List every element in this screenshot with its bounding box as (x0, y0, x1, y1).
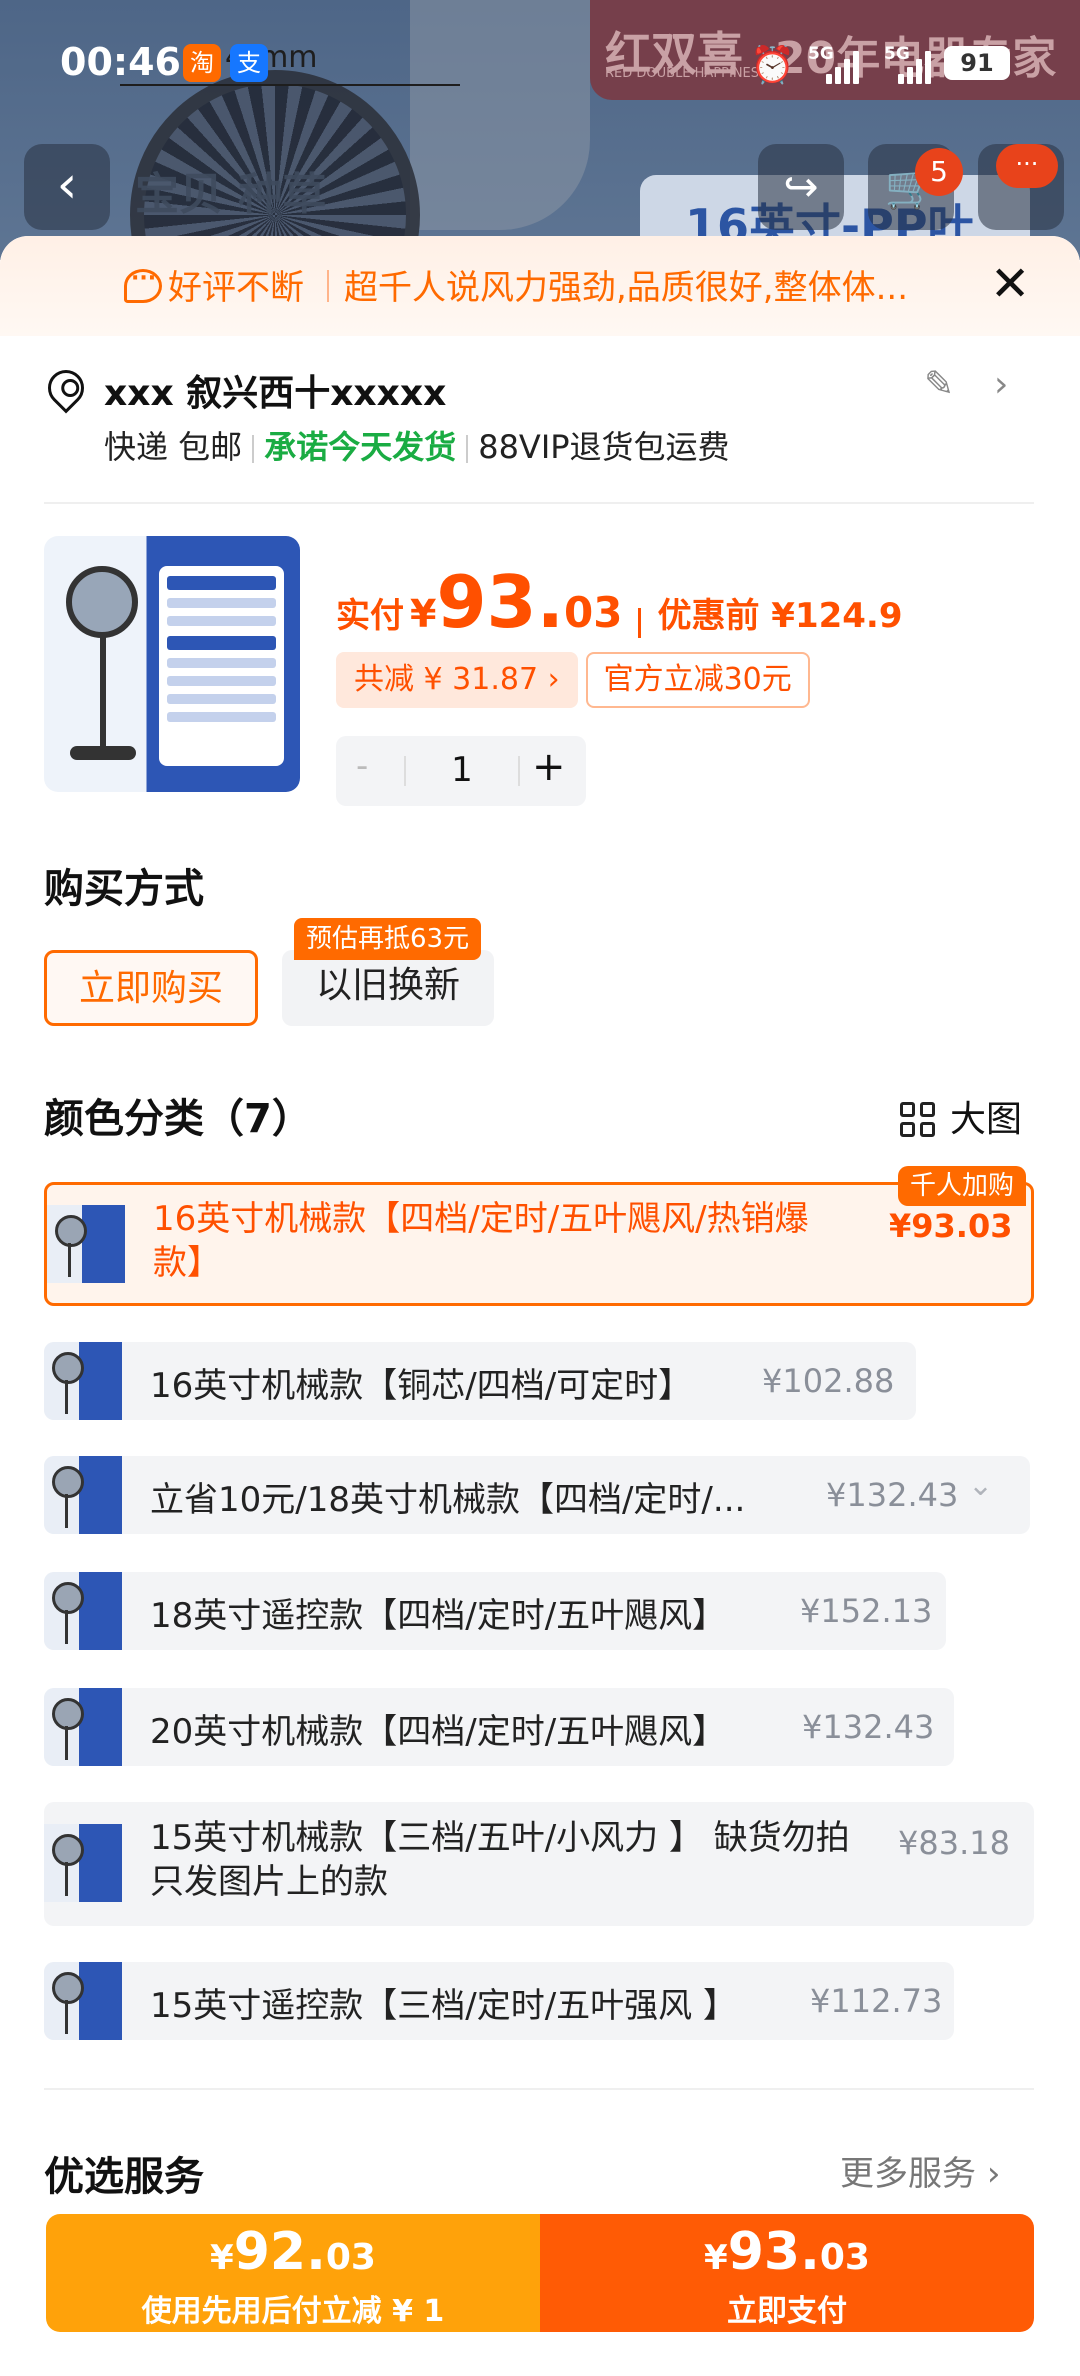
price-integer: 93. (436, 560, 564, 644)
decrease-button[interactable]: - (356, 746, 368, 786)
page-tabs[interactable]: 宝贝 种草 (135, 158, 326, 222)
price-line: 实付 ¥93.03 优惠前 ¥124.9 (336, 560, 903, 644)
pay-later-button[interactable]: ¥92.03 使用先用后付立减 ¥ 1 (46, 2214, 540, 2332)
color-option-7[interactable]: 15英寸遥控款【三档/定时/五叶强风 】 ¥112.73 (44, 1962, 954, 2040)
color-section-title: 颜色分类（7） (44, 1096, 312, 1142)
close-icon[interactable]: ✕ (990, 256, 1030, 312)
trade-in-badge: 预估再抵63元 (294, 918, 482, 960)
shipping-method: 快递 包邮 (104, 428, 243, 466)
chevron-down-icon[interactable]: ⌄ (968, 1468, 993, 1503)
return-policy: 88VIP退货包运费 (478, 428, 730, 466)
pay-later-label: 使用先用后付立减 ¥ 1 (141, 2294, 445, 2329)
large-view-toggle[interactable]: 大图 (900, 1090, 1022, 1142)
share-button[interactable]: ↪ (758, 144, 844, 230)
signal-icon-1 (826, 48, 866, 84)
chevron-right-icon: › (986, 2154, 1001, 2194)
product-summary: 实付 ¥93.03 优惠前 ¥124.9 共减 ¥ 31.87 › 官方立减30元 -… (44, 536, 1044, 806)
color-option-6[interactable]: 15英寸机械款【三档/五叶/小风力 】 缺货勿拍 只发图片上的款 ¥83.18 (44, 1802, 1034, 1926)
location-pin-icon (40, 362, 92, 414)
services-title: 优选服务 (44, 2154, 204, 2200)
shipping-promise: 承诺今天发货 (264, 428, 457, 466)
option-label: 16英寸机械款【铜芯/四档/可定时】 (150, 1366, 693, 1406)
option-label: 立省10元/18英寸机械款【四档/定时/... (150, 1480, 746, 1520)
popular-badge: 千人加购 (898, 1166, 1027, 1206)
quantity-value[interactable]: 1 (406, 750, 518, 790)
option-label: 20英寸机械款【四档/定时/五叶飓风】 (150, 1712, 727, 1752)
edit-icon[interactable]: ✎ (924, 364, 954, 405)
color-option-3[interactable]: 立省10元/18英寸机械款【四档/定时/... ¥132.43 ⌄ (44, 1456, 1030, 1534)
address-row[interactable]: xxx 叙兴西十xxxxx ✎ › 快递 包邮 承诺今天发货 88VIP退货包运费 (40, 362, 1034, 484)
divider (44, 502, 1034, 504)
product-thumbnail[interactable] (44, 536, 300, 792)
color-option-4[interactable]: 18英寸遥控款【四档/定时/五叶飓风】 ¥152.13 (44, 1572, 946, 1650)
more-services-link[interactable]: 更多服务 › (840, 2146, 1000, 2195)
price-decimal: 03 (564, 588, 623, 637)
buy-now-option[interactable]: 立即购买 (44, 950, 258, 1026)
cart-count-badge: 5 (915, 148, 963, 196)
quantity-stepper: - 1 + (336, 736, 586, 806)
color-option-5[interactable]: 20英寸机械款【四档/定时/五叶飓风】 ¥132.43 (44, 1688, 954, 1766)
status-time: 00:46 (60, 40, 181, 84)
option-label: 18英寸遥控款【四档/定时/五叶飓风】 (150, 1596, 727, 1636)
option-price: ¥152.13 (800, 1592, 933, 1630)
option-price: ¥102.88 (762, 1362, 895, 1400)
pay-now-label: 立即支付 (727, 2294, 847, 2329)
divider (327, 270, 329, 302)
review-summary: 超千人说风力强劲,品质很好,整体体... (344, 268, 909, 308)
address-name: xxx 叙兴西十xxxxx (104, 373, 447, 414)
increase-button[interactable]: + (532, 744, 566, 790)
review-banner: 好评不断 超千人说风力强劲,品质很好,整体体... ✕ (0, 236, 1080, 336)
trade-in-option[interactable]: 以旧换新 (282, 950, 494, 1026)
back-button[interactable]: ‹ (24, 144, 110, 230)
large-view-label: 大图 (950, 1099, 1023, 1140)
chevron-right-icon[interactable]: › (994, 364, 1008, 405)
color-option-2[interactable]: 16英寸机械款【铜芯/四档/可定时】 ¥102.88 (44, 1342, 916, 1420)
purchase-sheet: 好评不断 超千人说风力强劲,品质很好,整体体... ✕ xxx 叙兴西十xxxx… (0, 236, 1080, 2376)
option-price: ¥132.43 (802, 1708, 935, 1746)
total-discount-chip[interactable]: 共减 ¥ 31.87 › (336, 652, 578, 708)
official-discount-chip: 官方立减30元 (585, 652, 810, 708)
pay-now-button[interactable]: ¥93.03 立即支付 (540, 2214, 1034, 2332)
discount-chips: 共减 ¥ 31.87 › 官方立减30元 (336, 652, 810, 708)
divider (44, 2088, 1034, 2090)
option-label: 16英寸机械款【四档/定时/五叶飓风/热销爆款】 (153, 1199, 809, 1283)
option-price: ¥112.73 (810, 1982, 943, 2020)
option-price: ¥132.43 (826, 1476, 959, 1514)
color-option-1[interactable]: 16英寸机械款【四档/定时/五叶飓风/热销爆款】 ¥93.03 (44, 1182, 1034, 1306)
option-label: 15英寸遥控款【三档/定时/五叶强风 】 (150, 1986, 737, 2026)
battery-indicator: 91 (944, 46, 1010, 80)
purchase-method-title: 购买方式 (44, 866, 204, 912)
taobao-notification-icon: 淘 (183, 44, 221, 82)
signal-icon-2 (898, 48, 938, 84)
chat-bubble-icon (124, 266, 162, 303)
shipping-info: 快递 包邮 承诺今天发货 88VIP退货包运费 (104, 422, 730, 468)
grid-icon (900, 1102, 938, 1140)
option-price: ¥83.18 (898, 1824, 1010, 1862)
checkout-bar: ¥92.03 使用先用后付立减 ¥ 1 ¥93.03 立即支付 (46, 2214, 1034, 2332)
option-price: ¥93.03 (889, 1207, 1013, 1245)
more-badge: ··· (996, 144, 1058, 188)
alipay-notification-icon: 支 (230, 44, 268, 82)
alarm-icon: ⏰ (750, 45, 795, 86)
option-label: 15英寸机械款【三档/五叶/小风力 】 缺货勿拍 只发图片上的款 (150, 1818, 850, 1902)
status-bar: 00:46 淘 支 ⏰ 5G 5G 91 (0, 0, 1080, 120)
price-label: 实付 (336, 596, 404, 636)
review-tag: 好评不断 (168, 268, 304, 308)
original-price: 优惠前 ¥124.9 (657, 596, 903, 636)
home-indicator-area (0, 2350, 1080, 2376)
